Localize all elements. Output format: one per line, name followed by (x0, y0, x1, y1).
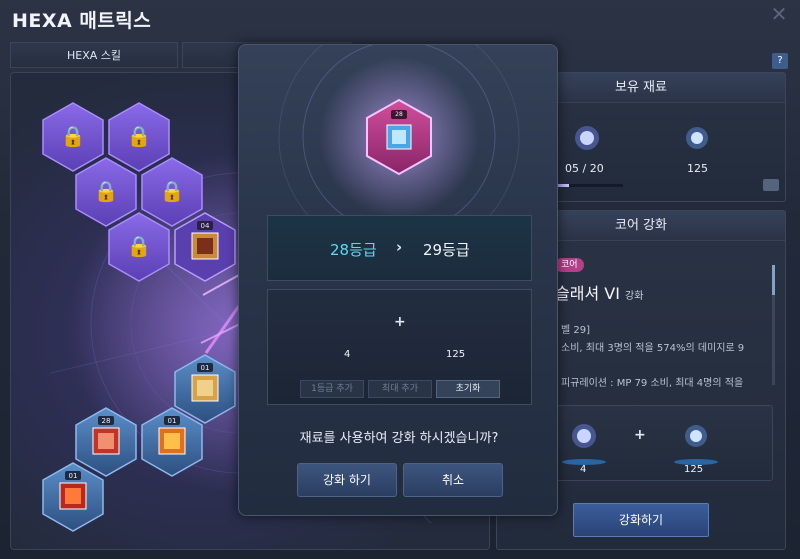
cost-b: 125 (446, 349, 466, 360)
core-cost-b: 125 (684, 464, 704, 475)
close-icon[interactable]: ✕ (768, 3, 790, 25)
cost-icons (562, 424, 718, 465)
locked-node: 🔒 (42, 102, 104, 172)
confirm-question: 재료를 사용하여 강화 하시겠습니까? (299, 431, 499, 446)
tab-label: HEXA 스킬 (66, 49, 122, 62)
desc-scroll-thumb[interactable] (772, 265, 775, 295)
grade-from: 28등급 (330, 241, 377, 259)
arrow-right-icon: › (396, 238, 403, 256)
svg-text:🔒: 🔒 (127, 124, 152, 148)
confirm-upgrade-button[interactable]: 강화 하기 (297, 463, 397, 497)
cost-box: + 4 125 1등급 추가 최대 추가 초기화 (267, 289, 532, 405)
add-max-button[interactable]: 최대 추가 (368, 380, 432, 398)
skill-desc-line: 피규레이션 : MP 79 소비, 최대 4명의 적을 (561, 378, 744, 389)
node-level: 01 (201, 364, 210, 372)
fragment-count: 05 / 20 (565, 162, 604, 175)
hexa-matrix-window: HEXA 매트릭스 ✕ HEXA 스킬 ? 🔒 🔒 🔒 🔒 🔒 04 01 28… (0, 0, 800, 559)
fragment-progress-bar (551, 184, 623, 187)
skill-name-text: 슬래셔 VI (555, 284, 620, 303)
core-cost-box: + 4 125 (553, 405, 773, 481)
title-bar[interactable]: HEXA 매트릭스 ✕ (0, 0, 800, 36)
node-level: 01 (168, 417, 177, 425)
expand-icon[interactable] (763, 179, 779, 191)
cost-a: 4 (344, 349, 351, 360)
skill-name-suffix: 강화 (625, 291, 644, 302)
node-level: 04 (201, 222, 210, 230)
core-cost-a: 4 (580, 464, 587, 475)
svg-text:🔒: 🔒 (127, 234, 152, 258)
upgrade-confirm-dialog: 28 28등급 › 29등급 + 4 125 1등급 추가 최대 추가 초기화 … (238, 44, 558, 516)
svg-text:🔒: 🔒 (94, 179, 119, 203)
plus-icon: + (634, 427, 646, 443)
svg-text:🔒: 🔒 (61, 124, 86, 148)
svg-text:🔒: 🔒 (160, 179, 185, 203)
window-title: HEXA 매트릭스 (12, 10, 152, 32)
tab-hexa-skill[interactable]: HEXA 스킬 (10, 42, 178, 68)
skill-desc-line: 벨 29] (561, 325, 591, 336)
reset-button[interactable]: 초기화 (436, 380, 500, 398)
skill-name: 슬래셔 VI 강화 (555, 280, 643, 304)
skill-desc-line: 소비, 최대 3명의 적을 574%의 데미지로 9 (561, 343, 745, 354)
node-level: 28 (102, 417, 111, 425)
grade-box: 28등급 › 29등급 (267, 215, 532, 281)
node-level: 01 (69, 472, 78, 480)
help-button[interactable]: ? (772, 53, 788, 69)
core-tag: 코어 (555, 258, 584, 272)
plus-icon: + (394, 314, 406, 330)
upgrade-button[interactable]: 강화하기 (573, 503, 709, 537)
grade-to: 29등급 (423, 241, 470, 259)
locked-node: 🔒 (108, 102, 170, 172)
add-one-grade-button[interactable]: 1등급 추가 (300, 380, 364, 398)
badge-level: 28 (395, 111, 403, 118)
shard-count: 125 (687, 162, 708, 175)
cancel-button[interactable]: 취소 (403, 463, 503, 497)
